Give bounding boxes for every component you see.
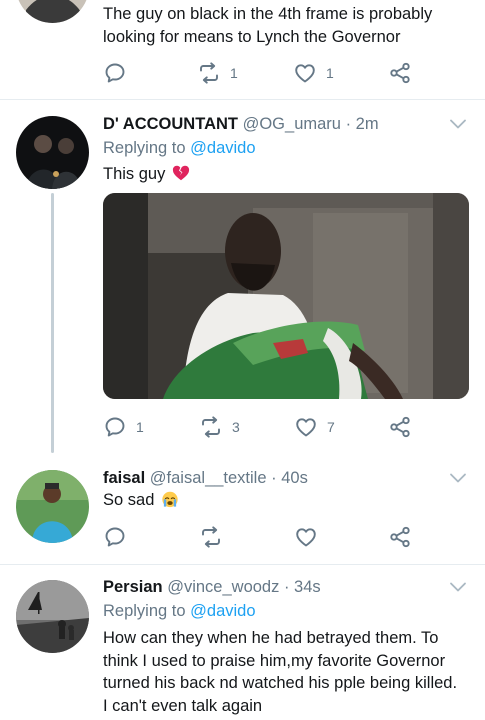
avatar[interactable]	[16, 0, 89, 23]
tweet-header: Persian @vince_woodz · 34s	[103, 577, 321, 597]
share-icon	[388, 415, 412, 439]
user-handle[interactable]: @OG_umaru	[243, 115, 341, 133]
tweet-d-accountant[interactable]: D' ACCOUNTANT @OG_umaru · 2m Replying to…	[0, 100, 485, 455]
display-name[interactable]: faisal	[103, 469, 145, 487]
reply-button[interactable]	[103, 524, 136, 550]
tweet-text-line: think I used to praise him,my favorite G…	[103, 651, 446, 670]
tweet-header: D' ACCOUNTANT @OG_umaru · 2m	[103, 114, 379, 134]
replying-to-label: Replying to	[103, 602, 186, 620]
retweet-count: 1	[230, 65, 238, 81]
like-count: 7	[327, 419, 335, 435]
tweet-text-line: looking for means to Lynch the Governor	[103, 27, 401, 46]
avatar[interactable]	[16, 580, 89, 653]
tweet-text-line: turned his back nd watched his pple bein…	[103, 674, 458, 692]
like-button[interactable]: 7	[294, 414, 335, 440]
retweet-icon	[197, 61, 221, 85]
separator: ·	[271, 469, 277, 487]
display-name[interactable]: D' ACCOUNTANT	[103, 115, 238, 133]
reply-icon	[103, 61, 127, 85]
share-button[interactable]	[388, 414, 412, 440]
timestamp[interactable]: 40s	[281, 469, 308, 487]
retweet-icon	[199, 415, 223, 439]
retweet-button[interactable]: 3	[199, 414, 240, 440]
like-button[interactable]: 1	[293, 60, 334, 86]
tweet-text-line: How can they when he had betrayed them. …	[103, 629, 439, 647]
caret-down-icon[interactable]	[449, 472, 467, 484]
crying-face-icon	[162, 491, 178, 508]
avatar[interactable]	[16, 470, 89, 543]
display-name[interactable]: Persian	[103, 578, 163, 596]
retweet-button[interactable]	[199, 524, 232, 550]
tweet-text-line: I can't even talk again	[103, 696, 263, 715]
separator: ·	[345, 115, 352, 133]
share-button[interactable]	[388, 524, 412, 550]
tweet-persian[interactable]: Persian @vince_woodz · 34s Replying to @…	[0, 565, 485, 720]
tweet-partial[interactable]: The guy on black in the 4th frame is pro…	[0, 0, 485, 100]
retweet-icon	[199, 525, 223, 549]
caret-down-icon[interactable]	[449, 581, 467, 593]
reply-count: 1	[136, 419, 144, 435]
reply-icon	[103, 525, 127, 549]
tweet-text: The guy on black in the 4th frame is pro…	[103, 3, 475, 48]
retweet-count: 3	[232, 419, 240, 435]
caret-down-icon[interactable]	[449, 118, 467, 130]
like-icon	[294, 415, 318, 439]
thread-line	[51, 193, 54, 453]
reply-button[interactable]	[103, 60, 136, 86]
avatar[interactable]	[16, 116, 89, 189]
tweet-actions	[103, 524, 413, 550]
user-handle[interactable]: @vince_woodz	[167, 578, 279, 596]
like-icon	[293, 61, 317, 85]
share-button[interactable]	[388, 60, 412, 86]
share-icon	[388, 525, 412, 549]
share-icon	[388, 61, 412, 85]
replying-to: Replying to @davido	[103, 138, 256, 158]
tweet-text: This guy	[103, 163, 475, 186]
tweet-faisal[interactable]: faisal @faisal__textile · 40s So sad	[0, 455, 485, 565]
user-handle[interactable]: @faisal__textile	[150, 469, 267, 487]
tweet-actions: 1 1	[103, 60, 413, 86]
tweet-text-body: So sad	[103, 491, 155, 509]
tweet-text-line: The guy on black in the 4th frame is pro…	[103, 5, 433, 23]
reply-icon	[103, 415, 127, 439]
mention-link[interactable]: @davido	[190, 139, 255, 157]
reply-button[interactable]: 1	[103, 414, 144, 440]
tweet-header: faisal @faisal__textile · 40s	[103, 468, 308, 488]
broken-heart-icon	[172, 165, 190, 181]
retweet-button[interactable]: 1	[197, 60, 238, 86]
tweet-text-body: This guy	[103, 165, 166, 183]
separator: ·	[283, 578, 290, 596]
timestamp[interactable]: 34s	[294, 578, 321, 596]
replying-to: Replying to @davido	[103, 601, 256, 621]
like-button[interactable]	[294, 524, 327, 550]
like-icon	[294, 525, 318, 549]
tweet-actions: 1 3 7	[103, 414, 413, 440]
tweet-image[interactable]	[103, 193, 469, 399]
mention-link[interactable]: @davido	[190, 602, 255, 620]
replying-to-label: Replying to	[103, 139, 186, 157]
tweet-text: So sad	[103, 489, 475, 512]
like-count: 1	[326, 65, 334, 81]
timestamp[interactable]: 2m	[356, 115, 379, 133]
tweet-text: How can they when he had betrayed them. …	[103, 627, 475, 717]
